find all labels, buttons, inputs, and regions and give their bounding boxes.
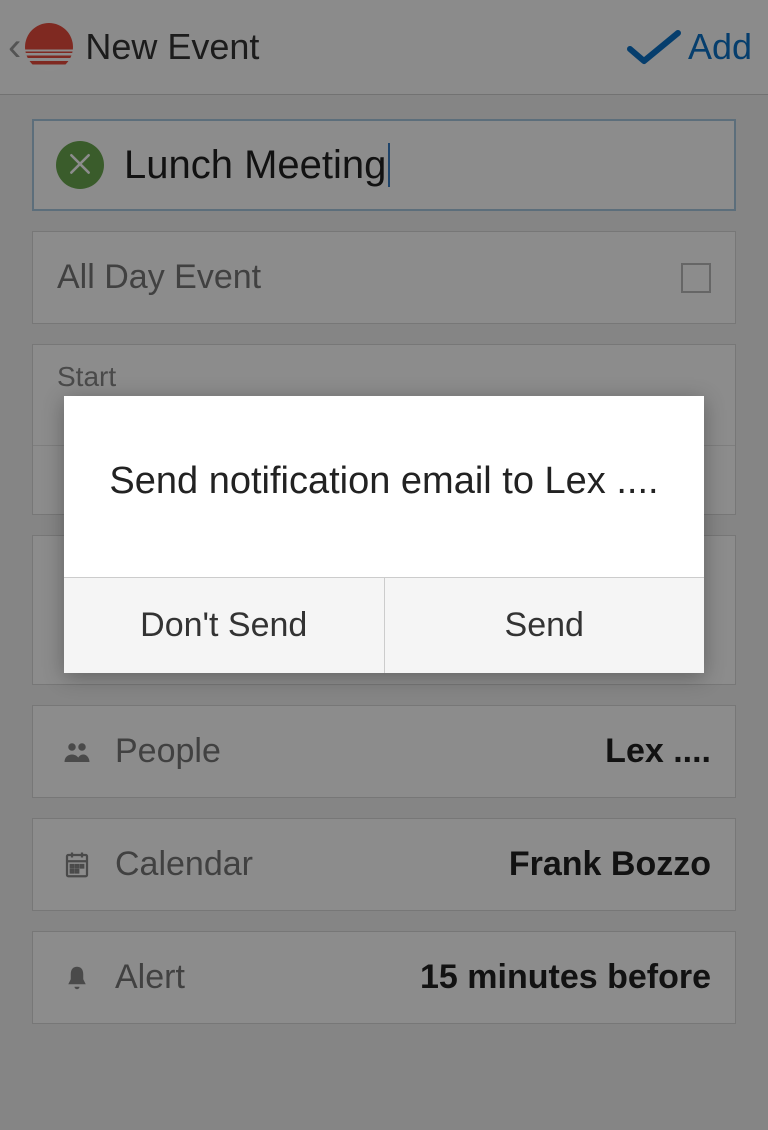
dialog-button-row: Don't Send Send [64,577,704,673]
dialog-message: Send notification email to Lex .... [104,456,664,507]
dialog-body: Send notification email to Lex .... [64,396,704,577]
notification-dialog: Send notification email to Lex .... Don'… [64,396,704,673]
dont-send-button[interactable]: Don't Send [64,578,384,673]
send-button[interactable]: Send [384,578,705,673]
